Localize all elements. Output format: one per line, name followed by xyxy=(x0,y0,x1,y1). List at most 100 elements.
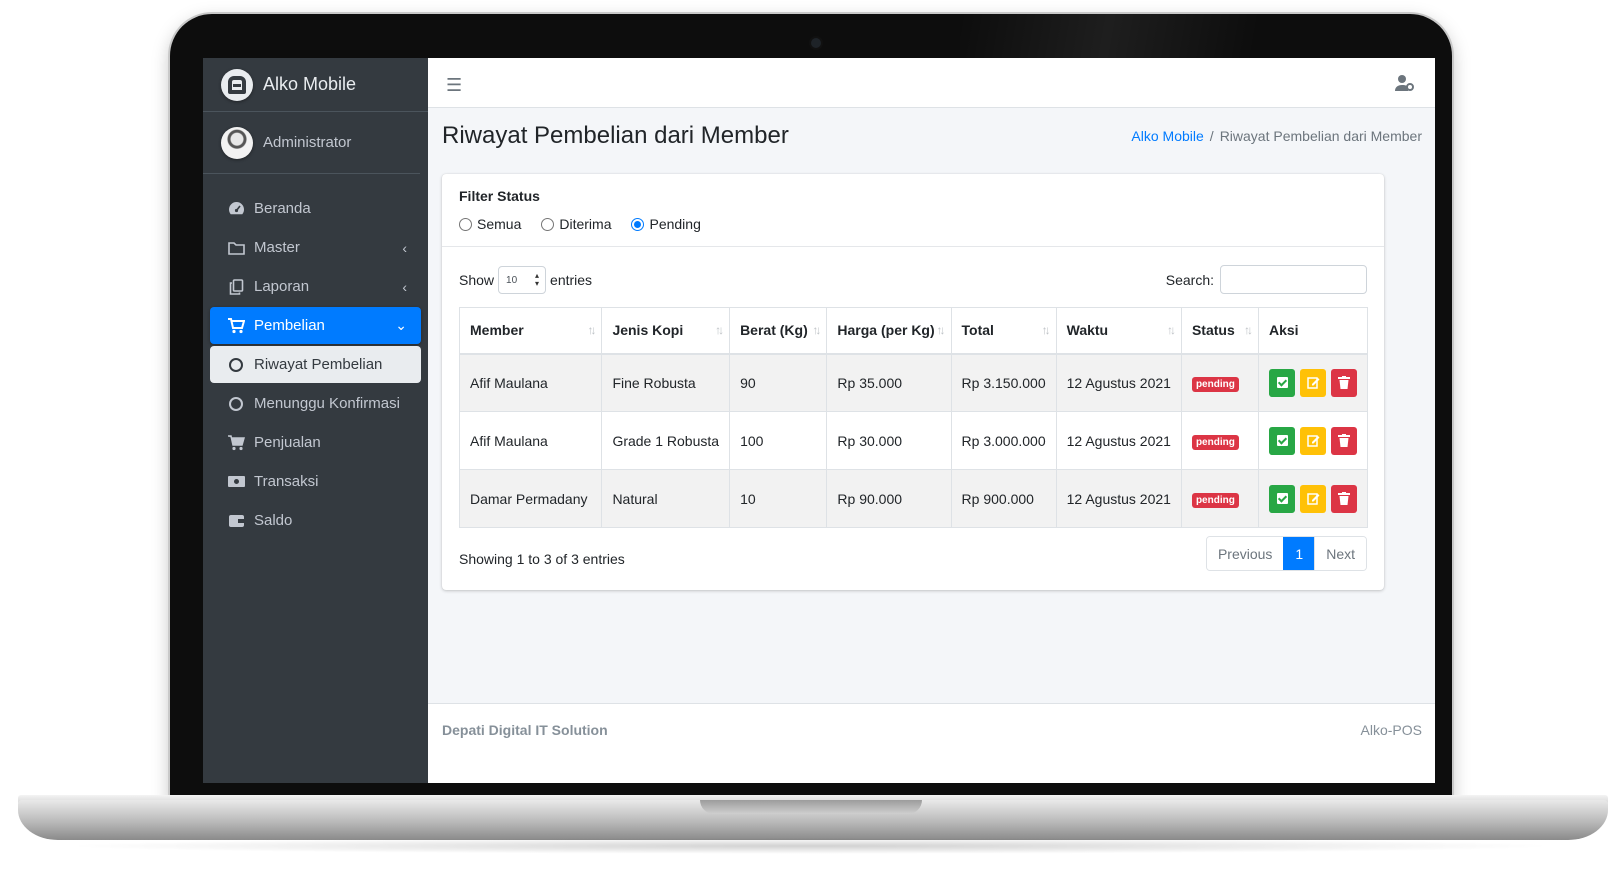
cell-berat: 100 xyxy=(729,411,828,470)
sidebar-item-beranda[interactable]: Beranda xyxy=(210,190,421,227)
footer-company: Depati Digital IT Solution xyxy=(442,722,608,738)
edit-icon xyxy=(1306,435,1319,447)
approve-button[interactable] xyxy=(1269,426,1295,455)
sidebar-item-riwayat-pembelian[interactable]: Riwayat Pembelian xyxy=(210,346,421,383)
circle-icon xyxy=(226,357,246,372)
sidebar-item-label: Master xyxy=(254,239,300,256)
cell-actions xyxy=(1258,411,1368,470)
tachometer-icon xyxy=(226,201,246,216)
hamburger-menu-icon[interactable]: ☰ xyxy=(446,75,462,96)
delete-button[interactable] xyxy=(1331,484,1357,513)
avatar xyxy=(221,126,253,159)
cart-icon xyxy=(226,317,246,334)
cell-waktu: 12 Agustus 2021 xyxy=(1055,469,1182,528)
table-row: Afif Maulana Fine Robusta 90 Rp 35.000 R… xyxy=(458,353,1368,412)
entries-select[interactable]: 10 xyxy=(498,266,547,294)
edit-button[interactable] xyxy=(1300,426,1326,455)
approve-button[interactable] xyxy=(1269,368,1295,397)
chevron-left-icon: ‹ xyxy=(402,278,407,295)
status-badge: pending xyxy=(1191,434,1239,450)
pagination-previous[interactable]: Previous xyxy=(1206,537,1284,570)
column-header-jenis-kopi[interactable]: Jenis Kopi ↑↓ xyxy=(601,307,731,355)
cell-waktu: 12 Agustus 2021 xyxy=(1055,411,1182,470)
breadcrumb-current: Riwayat Pembelian dari Member xyxy=(1219,128,1422,144)
breadcrumb-link-home[interactable]: Alko Mobile xyxy=(1131,128,1203,144)
column-header-berat[interactable]: Berat (Kg) ↑↓ xyxy=(729,307,828,355)
user-panel[interactable]: Administrator xyxy=(203,112,420,174)
radio-button-checked[interactable] xyxy=(631,217,645,231)
cell-status: pending xyxy=(1180,411,1260,470)
sort-icon: ↑↓ xyxy=(812,323,821,337)
sort-icon: ↑↓ xyxy=(1166,323,1176,337)
edit-button[interactable] xyxy=(1300,368,1326,397)
column-header-status[interactable]: Status ↑↓ xyxy=(1180,307,1260,355)
column-header-harga[interactable]: Harga (per Kg) ↑↓ xyxy=(826,307,952,355)
cell-actions xyxy=(1258,469,1368,528)
filter-option-diterima[interactable]: Diterima xyxy=(541,216,611,232)
sidebar-item-penjualan[interactable]: Penjualan xyxy=(210,424,421,461)
circle-icon xyxy=(226,396,246,411)
trash-icon xyxy=(1338,376,1350,390)
pagination-page-1[interactable]: 1 xyxy=(1283,537,1315,570)
laptop-shadow xyxy=(60,838,1560,854)
sidebar-item-saldo[interactable]: Saldo xyxy=(210,502,421,539)
edit-button[interactable] xyxy=(1300,484,1326,513)
brand-link[interactable]: Alko Mobile xyxy=(203,58,428,112)
sidebar-item-label: Penjualan xyxy=(254,434,321,451)
column-header-waktu[interactable]: Waktu ↑↓ xyxy=(1055,307,1182,355)
filter-option-semua[interactable]: Semua xyxy=(459,216,521,232)
cell-status: pending xyxy=(1180,353,1260,412)
sidebar-item-pembelian[interactable]: Pembelian ⌄ xyxy=(210,307,421,344)
cart-icon xyxy=(226,434,246,451)
sidebar-item-laporan[interactable]: Laporan ‹ xyxy=(210,268,421,305)
sidebar-item-menunggu-konfirmasi[interactable]: Menunggu Konfirmasi xyxy=(210,385,421,422)
cell-actions xyxy=(1258,353,1368,412)
purchase-history-card: Filter Status Semua Diterima Pending Sho… xyxy=(442,174,1384,590)
sidebar-item-transaksi[interactable]: Transaksi xyxy=(210,463,421,500)
pagination: Previous 1 Next xyxy=(1205,536,1367,571)
status-filter-group: Semua Diterima Pending xyxy=(459,216,1367,232)
radio-button[interactable] xyxy=(541,217,555,231)
sort-icon: ↑↓ xyxy=(1244,323,1253,337)
cell-member: Afif Maulana xyxy=(458,411,603,470)
sort-icon: ↑↓ xyxy=(1041,323,1051,337)
brand-name: Alko Mobile xyxy=(263,74,357,94)
wallet-icon xyxy=(226,513,246,528)
sidebar-item-label: Riwayat Pembelian xyxy=(254,356,383,373)
radio-label: Semua xyxy=(477,216,522,232)
column-header-member[interactable]: Member ↑↓ xyxy=(458,307,603,355)
table-search: Search: xyxy=(1166,265,1367,294)
table-row: Afif Maulana Grade 1 Robusta 100 Rp 30.0… xyxy=(458,411,1368,470)
filter-option-pending[interactable]: Pending xyxy=(631,216,701,232)
search-input[interactable] xyxy=(1220,265,1367,294)
sidebar-item-master[interactable]: Master ‹ xyxy=(210,229,421,266)
sidebar-item-label: Pembelian xyxy=(254,317,325,334)
sidebar-item-label: Laporan xyxy=(254,278,310,295)
laptop-notch xyxy=(700,800,922,814)
purchase-table: Member ↑↓ Jenis Kopi ↑↓ Berat (Kg) ↑↓ Harga… xyxy=(458,307,1368,528)
cell-waktu: 12 Agustus 2021 xyxy=(1055,353,1182,412)
show-label: Show xyxy=(459,272,495,288)
footer-app-name: Alko-POS xyxy=(1360,722,1422,738)
sidebar-item-label: Beranda xyxy=(254,200,311,217)
delete-button[interactable] xyxy=(1331,426,1357,455)
cell-harga: Rp 35.000 xyxy=(826,353,952,412)
filter-panel: Filter Status Semua Diterima Pending xyxy=(442,174,1384,247)
sidebar-nav: Beranda Master ‹ Laporan ‹ Pembelian ⌄ R… xyxy=(203,174,428,539)
delete-button[interactable] xyxy=(1331,368,1357,397)
approve-button[interactable] xyxy=(1269,484,1295,513)
user-settings-icon[interactable] xyxy=(1395,74,1415,92)
cell-jenis-kopi: Grade 1 Robusta xyxy=(601,411,731,470)
screen: Alko Mobile Administrator Beranda Master… xyxy=(203,58,1435,783)
table-row: Damar Permadany Natural 10 Rp 90.000 Rp … xyxy=(458,469,1368,528)
trash-icon xyxy=(1338,434,1350,447)
column-header-aksi: Aksi xyxy=(1258,307,1368,355)
radio-label: Pending xyxy=(649,216,701,232)
cell-member: Afif Maulana xyxy=(458,353,603,412)
top-navbar: ☰ xyxy=(428,58,1435,108)
cell-harga: Rp 30.000 xyxy=(826,411,952,470)
pagination-next[interactable]: Next xyxy=(1314,537,1366,570)
cell-total: Rp 3.150.000 xyxy=(950,353,1057,412)
radio-button[interactable] xyxy=(459,217,472,231)
column-header-total[interactable]: Total ↑↓ xyxy=(950,307,1057,355)
